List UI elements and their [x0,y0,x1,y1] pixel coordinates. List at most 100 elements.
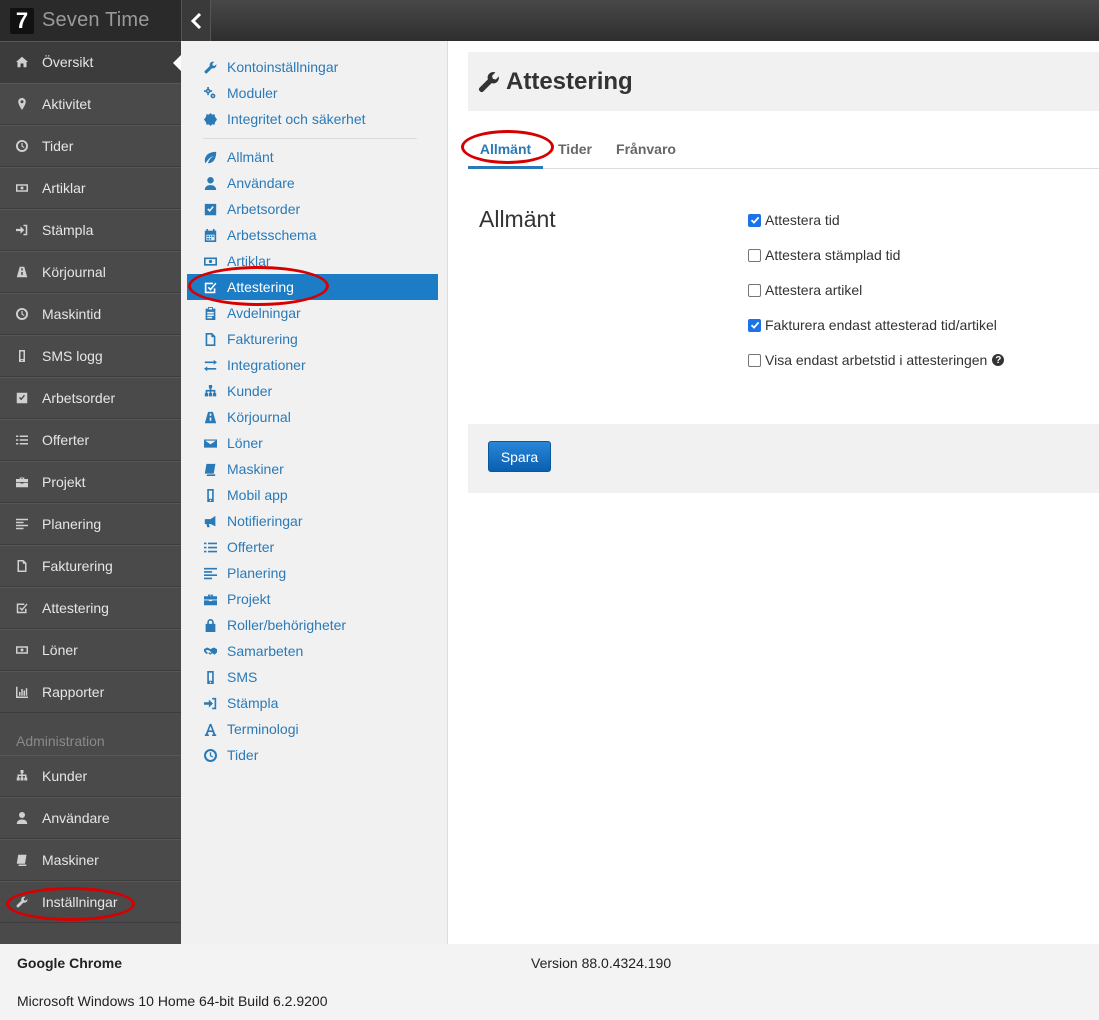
check-square-icon [203,202,217,216]
sidebar-item-maskintid[interactable]: Maskintid [0,293,181,335]
option-row[interactable]: Attestera stämplad tid [748,245,900,265]
mobile-icon [14,348,30,364]
submenu-item-arbetsschema[interactable]: Arbetsschema [187,222,438,248]
checkbox[interactable] [748,248,761,262]
sign-in-icon [16,224,28,236]
submenu-item-avdelningar[interactable]: Avdelningar [187,300,438,326]
sidebar-item-l-ner[interactable]: Löner [0,629,181,671]
page-header: Attestering [468,52,1099,111]
submenu-item-samarbeten[interactable]: Samarbeten [187,638,438,664]
checkbox[interactable] [748,213,761,227]
submenu-item-projekt[interactable]: Projekt [187,586,438,612]
sidebar-item-attestering[interactable]: Attestering [0,587,181,629]
checkbox[interactable] [748,318,761,332]
lock-icon [205,618,215,632]
file-icon [205,332,215,346]
submenu-item-label: SMS [227,669,258,685]
sidebar-item-offerter[interactable]: Offerter [0,419,181,461]
money-icon [203,256,217,266]
mobile-icon [203,670,217,684]
sign-in-icon [203,697,216,709]
file-icon [203,332,217,346]
sidebar-item-label: Rapporter [42,684,105,700]
book-icon [14,852,30,868]
submenu-item-allm-nt[interactable]: Allmänt [187,144,438,170]
submenu-item-label: Moduler [227,85,278,101]
road-icon [203,410,217,424]
align-left-icon [203,566,217,580]
submenu-item-artiklar[interactable]: Artiklar [187,248,438,274]
list-icon [16,435,28,445]
sidebar-item-st-mpla[interactable]: Stämpla [0,209,181,251]
submenu-item-offerter[interactable]: Offerter [187,534,438,560]
os-info: Microsoft Windows 10 Home 64-bit Build 6… [17,993,328,1009]
tab-franvaro[interactable]: Frånvaro [614,136,678,169]
sidebar-item-arbetsorder[interactable]: Arbetsorder [0,377,181,419]
sidebar-item-aktivitet[interactable]: Aktivitet [0,83,181,125]
submenu-item-integritet-och-s-kerhet[interactable]: Integritet och säkerhet [187,106,438,132]
submenu-item-label: Avdelningar [227,305,301,321]
submenu-item-arbetsorder[interactable]: Arbetsorder [187,196,438,222]
money-icon [16,184,28,192]
submenu-item-label: Löner [227,435,263,451]
leaf-icon [204,151,216,163]
option-row[interactable]: Visa endast arbetstid i attesteringen? [748,350,1005,370]
submenu-item-st-mpla[interactable]: Stämpla [187,690,438,716]
submenu-item-roller-beh-righeter[interactable]: Roller/behörigheter [187,612,438,638]
option-row[interactable]: Attestera tid [748,210,840,230]
sidebar-item-tider[interactable]: Tider [0,125,181,167]
list-icon [203,542,217,552]
checkbox[interactable] [748,353,761,367]
sidebar-item-label: Planering [42,516,102,532]
submenu-item-fakturering[interactable]: Fakturering [187,326,438,352]
sidebar-item-rapporter[interactable]: Rapporter [0,671,181,713]
option-row[interactable]: Fakturera endast attesterad tid/artikel [748,315,997,335]
checkbox[interactable] [748,283,761,297]
tab-tider[interactable]: Tider [558,136,592,169]
submenu-item-kunder[interactable]: Kunder [187,378,438,404]
bullhorn-icon [204,515,215,527]
main-content: Attestering Allmänt Tider Frånvaro Allmä… [449,41,1099,944]
submenu-item-notifieringar[interactable]: Notifieringar [187,508,438,534]
sidebar-item-planering[interactable]: Planering [0,503,181,545]
tab-allmant[interactable]: Allmänt [468,136,543,169]
briefcase-icon [16,477,28,488]
sidebar-item-anv-ndare[interactable]: Användare [0,797,181,839]
sidebar-item-k-rjournal[interactable]: Körjournal [0,251,181,293]
submenu-item-kontoinst-llningar[interactable]: Kontoinställningar [187,54,438,80]
submenu-item-label: Attestering [227,279,294,295]
sidebar-item-kunder[interactable]: Kunder [0,755,181,797]
submenu-item-label: Maskiner [227,461,284,477]
sidebar-item-projekt[interactable]: Projekt [0,461,181,503]
submenu-item-sms[interactable]: SMS [187,664,438,690]
clock-icon [16,140,28,152]
sidebar-item-artiklar[interactable]: Artiklar [0,167,181,209]
submenu-item-tider[interactable]: Tider [187,742,438,768]
sidebar-item-sms-logg[interactable]: SMS logg [0,335,181,377]
submenu-item-maskiner[interactable]: Maskiner [187,456,438,482]
submenu-item-moduler[interactable]: Moduler [187,80,438,106]
help-icon[interactable]: ? [992,354,1005,366]
top-bar: 7 Seven Time [0,0,1099,41]
sitemap-icon [204,384,216,396]
submenu-item-l-ner[interactable]: Löner [187,430,438,456]
section-title: Allmänt [479,206,556,232]
save-button[interactable]: Spara [488,441,551,472]
sidebar-item-inst-llningar[interactable]: Inställningar [0,881,181,923]
submenu-item-anv-ndare[interactable]: Användare [187,170,438,196]
collapse-sidebar-button[interactable] [181,0,211,41]
submenu-item-planering[interactable]: Planering [187,560,438,586]
option-row[interactable]: Attestera artikel [748,280,862,300]
calendar-icon [204,228,216,242]
option-label: Attestera artikel [765,282,863,298]
sidebar-item--versikt[interactable]: Översikt [0,41,181,83]
submenu-item-integrationer[interactable]: Integrationer [187,352,438,378]
submenu-item-k-rjournal[interactable]: Körjournal [187,404,438,430]
sidebar-item-fakturering[interactable]: Fakturering [0,545,181,587]
submenu-item-attestering[interactable]: Attestering [187,274,438,300]
brand[interactable]: 7 Seven Time [0,0,181,41]
submenu-item-mobil-app[interactable]: Mobil app [187,482,438,508]
sidebar-item-maskiner[interactable]: Maskiner [0,839,181,881]
check-square-icon [16,392,28,404]
submenu-item-terminologi[interactable]: Terminologi [187,716,438,742]
